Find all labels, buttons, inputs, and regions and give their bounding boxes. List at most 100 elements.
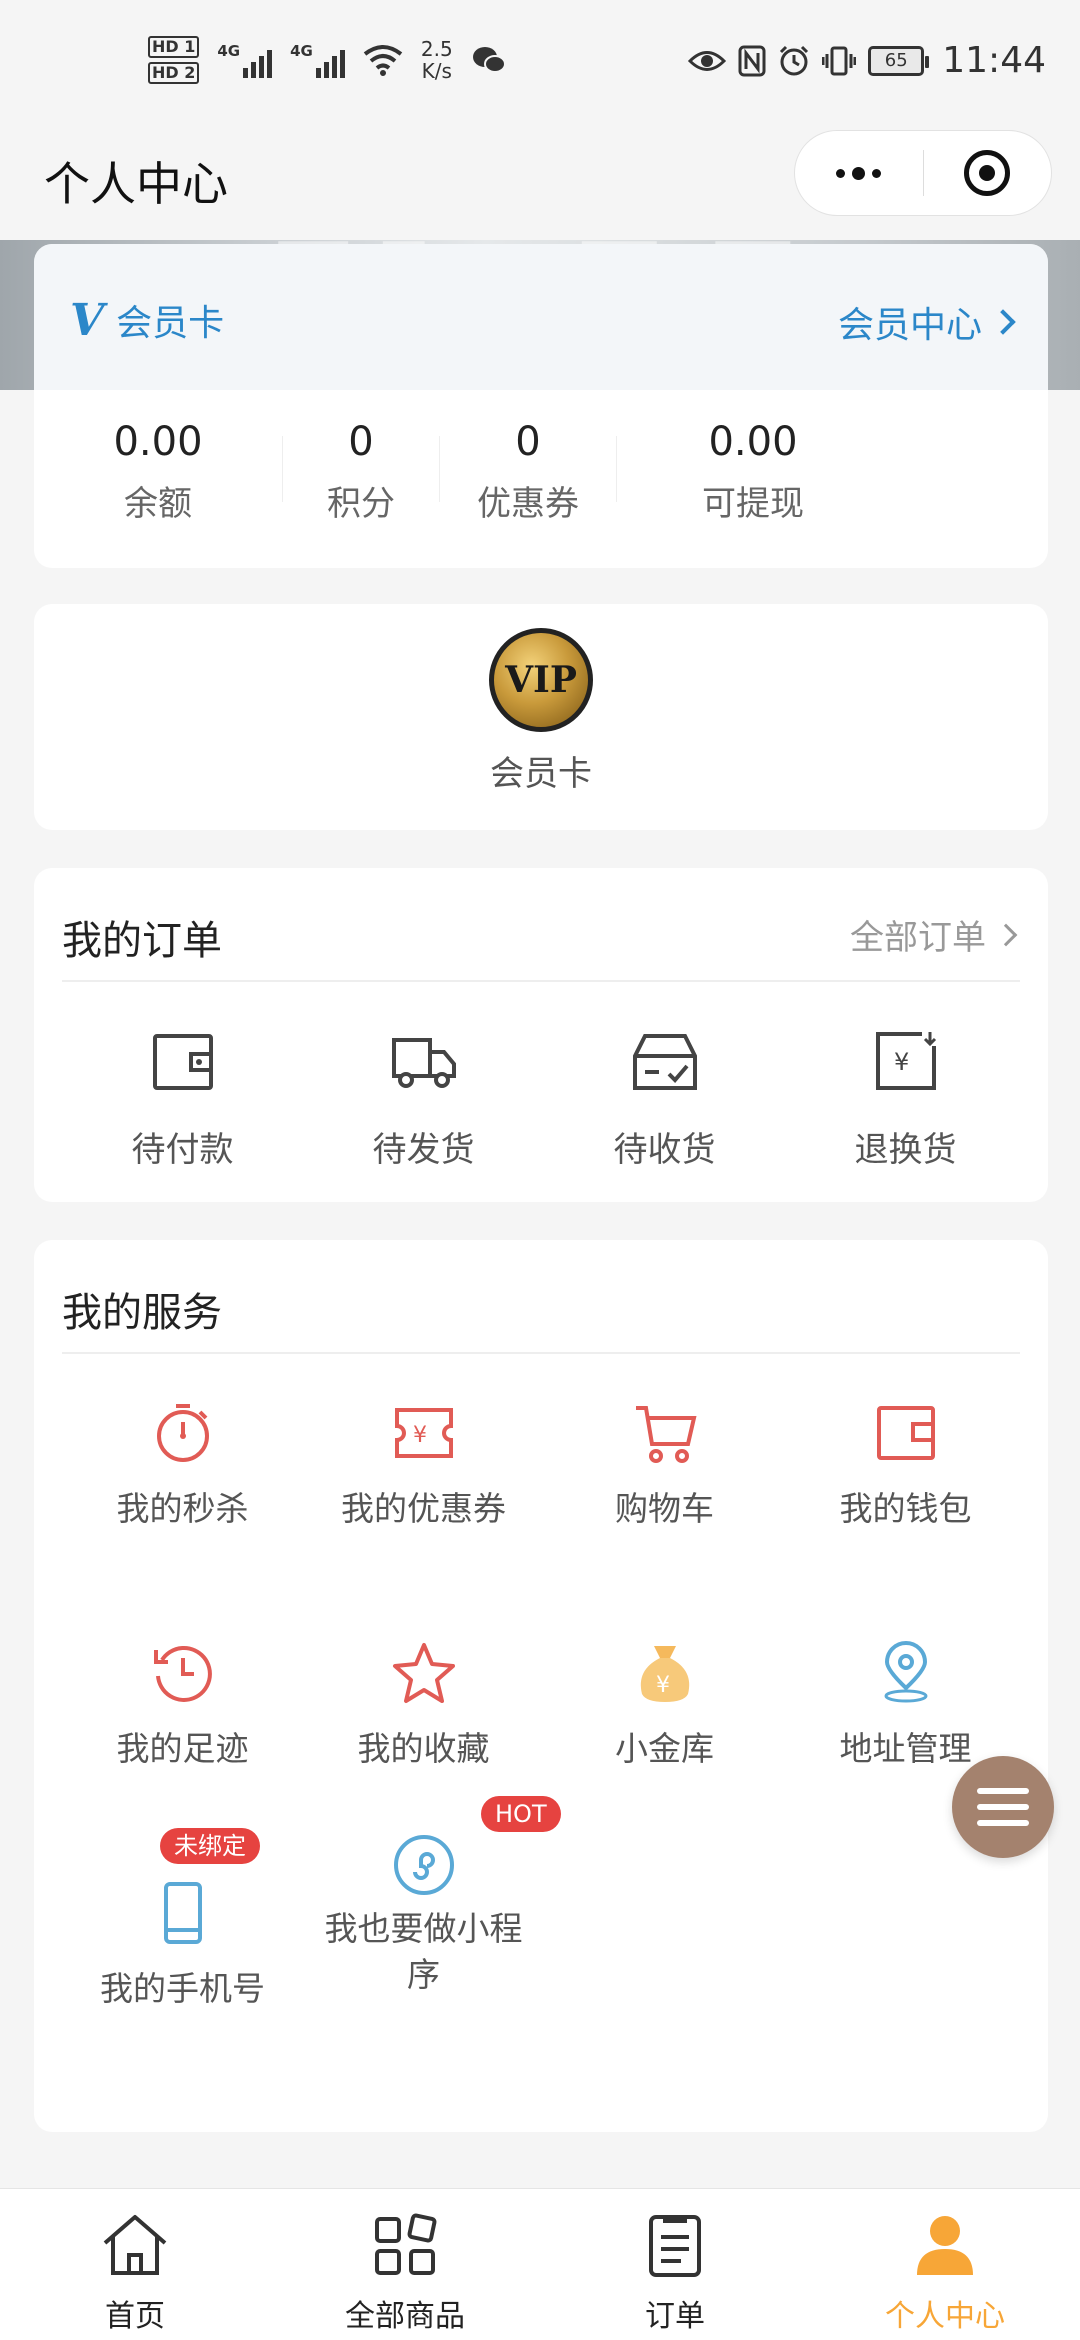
svg-text:¥: ¥: [656, 1673, 670, 1698]
money-bag-icon: ¥: [640, 1646, 689, 1702]
clipboard-icon: [649, 2215, 701, 2277]
order-pending-receipt[interactable]: 待收货: [544, 1026, 785, 1171]
orders-title: 我的订单: [62, 918, 222, 964]
vip-badge-icon: VIP: [489, 628, 593, 732]
stat-label: 优惠券: [477, 484, 579, 524]
stat-label: 积分: [327, 484, 395, 524]
chevron-right-icon: [994, 923, 1018, 946]
tab-label: 首页: [105, 2299, 165, 2334]
service-cart[interactable]: 购物车: [544, 1400, 785, 1640]
tab-all-products[interactable]: 全部商品: [270, 2189, 540, 2340]
member-center-link[interactable]: 会员中心: [838, 296, 1016, 348]
inbox-icon: [632, 1034, 697, 1090]
close-miniprogram-button[interactable]: [924, 131, 1052, 215]
status-left: HD 1 HD 2 4G 4G 2.5 K/s: [148, 36, 507, 84]
home-icon: [103, 2215, 167, 2275]
all-orders-link[interactable]: 全部订单: [850, 910, 1018, 959]
tab-home[interactable]: 首页: [0, 2189, 270, 2340]
order-pending-shipment[interactable]: 待发货: [303, 1026, 544, 1171]
member-card: V 会员卡 会员中心 0.00 余额 0 积分 0 优惠券 0.00 可提现: [34, 244, 1048, 568]
hd1-badge: HD 1: [148, 36, 200, 58]
order-pending-payment[interactable]: 待付款: [62, 1026, 303, 1171]
status-bar: HD 1 HD 2 4G 4G 2.5 K/s 65 11:44: [0, 0, 1080, 130]
v-logo-icon: V: [70, 294, 105, 346]
vibrate-icon: [822, 46, 857, 75]
stat-value: 0.00: [708, 419, 798, 465]
service-create-miniprogram[interactable]: HOT 我也要做小程序: [303, 1796, 561, 2120]
order-status-label: 退换货: [854, 1130, 957, 1170]
tab-profile[interactable]: 个人中心: [810, 2189, 1080, 2340]
all-orders-label: 全部订单: [850, 918, 986, 958]
service-piggy-bank[interactable]: ¥ 小金库: [544, 1640, 785, 1880]
service-label: 我的优惠券: [341, 1489, 506, 1528]
signal-icon: 4G: [217, 42, 273, 78]
page-title: 个人中心: [44, 157, 228, 211]
network-type-1: 4G: [217, 42, 241, 60]
wallet-icon: [876, 1406, 935, 1460]
svg-text:¥: ¥: [413, 1423, 427, 1448]
vip-card-entry[interactable]: VIP 会员卡: [34, 628, 1048, 795]
member-card-header: V 会员卡 会员中心: [34, 244, 1048, 390]
nfc-icon: [738, 45, 766, 76]
location-icon: [884, 1641, 927, 1703]
member-card-title[interactable]: V 会员卡: [70, 294, 224, 346]
service-phone[interactable]: 未绑定 我的手机号: [62, 1828, 303, 2120]
services-grid: 我的秒杀 ¥ 我的优惠券 购物车 我的钱包 我的足迹 我的收藏 ¥ 小金库 地址…: [62, 1400, 1026, 2120]
service-label: 我的秒杀: [116, 1489, 249, 1528]
service-flash-sale[interactable]: 我的秒杀: [62, 1400, 303, 1640]
order-status-label: 待收货: [613, 1130, 716, 1170]
miniprogram-icon: [393, 1835, 454, 1895]
star-icon: [392, 1643, 455, 1703]
stat-value: 0.00: [113, 419, 203, 465]
wechat-icon: [472, 47, 506, 73]
stat-balance[interactable]: 0.00 余额: [34, 414, 282, 525]
stat-points[interactable]: 0 积分: [283, 414, 439, 525]
tab-label: 个人中心: [885, 2299, 1005, 2334]
menu-line: [977, 1804, 1029, 1810]
stat-value: 0: [348, 419, 374, 465]
hd-indicator: HD 1 HD 2: [148, 36, 200, 84]
svg-text:¥: ¥: [894, 1048, 909, 1076]
stopwatch-icon: [156, 1404, 209, 1462]
speed-unit: K/s: [421, 59, 452, 83]
battery-indicator: 65: [868, 45, 930, 76]
member-stats: 0.00 余额 0 积分 0 优惠券 0.00 可提现: [34, 414, 1048, 525]
member-card-label: 会员卡: [116, 303, 225, 344]
coupon-icon: ¥: [394, 1408, 453, 1458]
vip-card-section: VIP 会员卡: [34, 604, 1048, 830]
alarm-icon: [780, 45, 809, 75]
service-label: 购物车: [615, 1489, 714, 1528]
history-icon: [153, 1645, 212, 1702]
service-label: 我的足迹: [116, 1729, 249, 1768]
services-section: 我的服务 我的秒杀 ¥ 我的优惠券 购物车 我的钱包 我的足迹 我的收藏 ¥ 小…: [34, 1240, 1048, 2132]
truck-icon: [391, 1038, 456, 1088]
service-coupons[interactable]: ¥ 我的优惠券: [303, 1400, 544, 1640]
service-label: 小金库: [615, 1729, 714, 1768]
tab-bar: 首页 全部商品 订单 个人中心: [0, 2188, 1080, 2340]
nav-bar: 个人中心: [0, 130, 1080, 240]
speed-value: 2.5: [420, 37, 453, 61]
wifi-icon: [363, 45, 403, 76]
refund-icon: ¥: [875, 1032, 936, 1090]
service-label: 我也要做小程序: [324, 1909, 523, 1994]
more-button[interactable]: [795, 131, 923, 215]
order-returns[interactable]: ¥ 退换货: [785, 1026, 1026, 1171]
order-status-label: 待发货: [372, 1130, 475, 1170]
network-speed: 2.5 K/s: [421, 38, 453, 82]
user-icon: [917, 2216, 973, 2275]
vip-label: 会员卡: [490, 754, 592, 794]
order-status-label: 待付款: [131, 1130, 234, 1170]
unbound-badge: 未绑定: [160, 1828, 260, 1864]
stat-withdrawable[interactable]: 0.00 可提现: [617, 414, 889, 525]
stat-coupons[interactable]: 0 优惠券: [440, 414, 616, 525]
stat-label: 可提现: [702, 484, 804, 524]
floating-menu-button[interactable]: [952, 1756, 1054, 1858]
miniprogram-capsule: [794, 130, 1052, 216]
service-wallet[interactable]: 我的钱包: [785, 1400, 1026, 1640]
eye-icon: [688, 50, 727, 71]
clock: 11:44: [942, 40, 1046, 81]
wallet-icon: [152, 1034, 213, 1090]
hot-badge: HOT: [481, 1796, 561, 1832]
hd2-badge: HD 2: [148, 62, 200, 84]
tab-orders[interactable]: 订单: [540, 2189, 810, 2340]
